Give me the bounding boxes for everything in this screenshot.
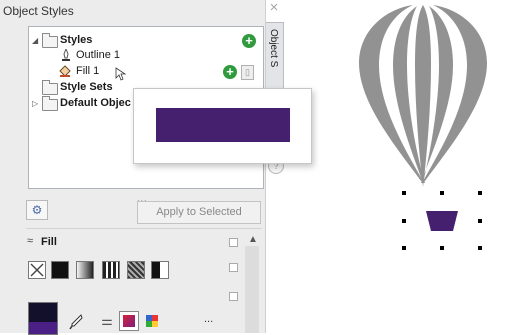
more-options-button[interactable]: ... [204, 313, 213, 325]
selection-handle[interactable] [402, 246, 406, 250]
selection-handle[interactable] [402, 219, 406, 223]
divider [26, 228, 262, 229]
selection-handle[interactable] [478, 219, 482, 223]
folder-icon [42, 80, 58, 95]
selection-handle[interactable] [478, 191, 482, 195]
style-options-button[interactable]: ⚙ [26, 200, 48, 220]
postscript-fill-button[interactable] [151, 261, 169, 279]
outline-pen-icon [62, 49, 70, 61]
balloon-artwork[interactable] [355, 3, 491, 193]
collapse-arrow-icon[interactable]: ◢ [32, 33, 38, 48]
docker-title: Object Styles [3, 4, 74, 18]
tree-item-label: Outline 1 [76, 49, 121, 61]
plus-icon[interactable]: + [223, 65, 237, 79]
vertical-tab-label: Object S [268, 29, 279, 68]
fountain-fill-button[interactable] [76, 261, 94, 279]
fill-color-swatch [156, 108, 290, 142]
fill-color-preview [29, 322, 57, 334]
apply-to-selected-button[interactable]: Apply to Selected [137, 201, 261, 224]
tree-item-label: Fill 1 [76, 65, 100, 77]
no-fill-button[interactable] [28, 261, 46, 279]
fill-section-header: Fill [41, 236, 57, 248]
folder-icon [42, 33, 58, 48]
color-model-button[interactable] [119, 311, 139, 331]
scroll-up-arrow-icon[interactable]: ▲ [248, 234, 258, 245]
selection-handle[interactable] [478, 246, 482, 250]
settings-icon[interactable]: ⚌ [98, 313, 116, 331]
tree-item-styles[interactable]: ◢ Styles + [29, 33, 261, 48]
folder-icon [42, 96, 58, 111]
trash-icon[interactable]: ▯ [241, 65, 254, 80]
row-checkbox[interactable] [229, 292, 238, 301]
uniform-fill-button[interactable] [51, 261, 69, 279]
tree-item-outline-1[interactable]: Outline 1 [29, 48, 261, 63]
style-preview-tooltip [133, 88, 312, 164]
tree-item-fill-1[interactable]: Fill 1 + ▯ [29, 64, 261, 81]
tree-item-label: Style Sets [60, 81, 113, 93]
mouse-cursor-icon [115, 67, 127, 81]
pattern-fill-button[interactable] [102, 261, 120, 279]
expand-arrow-icon[interactable]: ▷ [32, 96, 38, 111]
scrollbar-track[interactable] [245, 246, 259, 333]
plus-icon[interactable]: + [242, 34, 256, 48]
fill-color-picker[interactable] [28, 302, 58, 335]
section-checkbox[interactable] [229, 238, 238, 247]
tree-item-label: Styles [60, 34, 93, 46]
close-icon[interactable]: × [267, 0, 281, 15]
selection-handle[interactable] [402, 191, 406, 195]
tree-item-label: Default Objec [60, 97, 131, 109]
fill-bucket-icon [59, 65, 71, 77]
row-checkbox[interactable] [229, 263, 238, 272]
balloon-basket[interactable] [425, 210, 459, 232]
selection-handle[interactable] [440, 191, 444, 195]
eyedropper-icon[interactable] [69, 314, 83, 330]
color-palette-icon[interactable] [144, 313, 162, 331]
selection-handle[interactable] [440, 246, 444, 250]
collapse-chevron-icon[interactable]: ≈ [27, 235, 33, 247]
texture-fill-button[interactable] [127, 261, 145, 279]
